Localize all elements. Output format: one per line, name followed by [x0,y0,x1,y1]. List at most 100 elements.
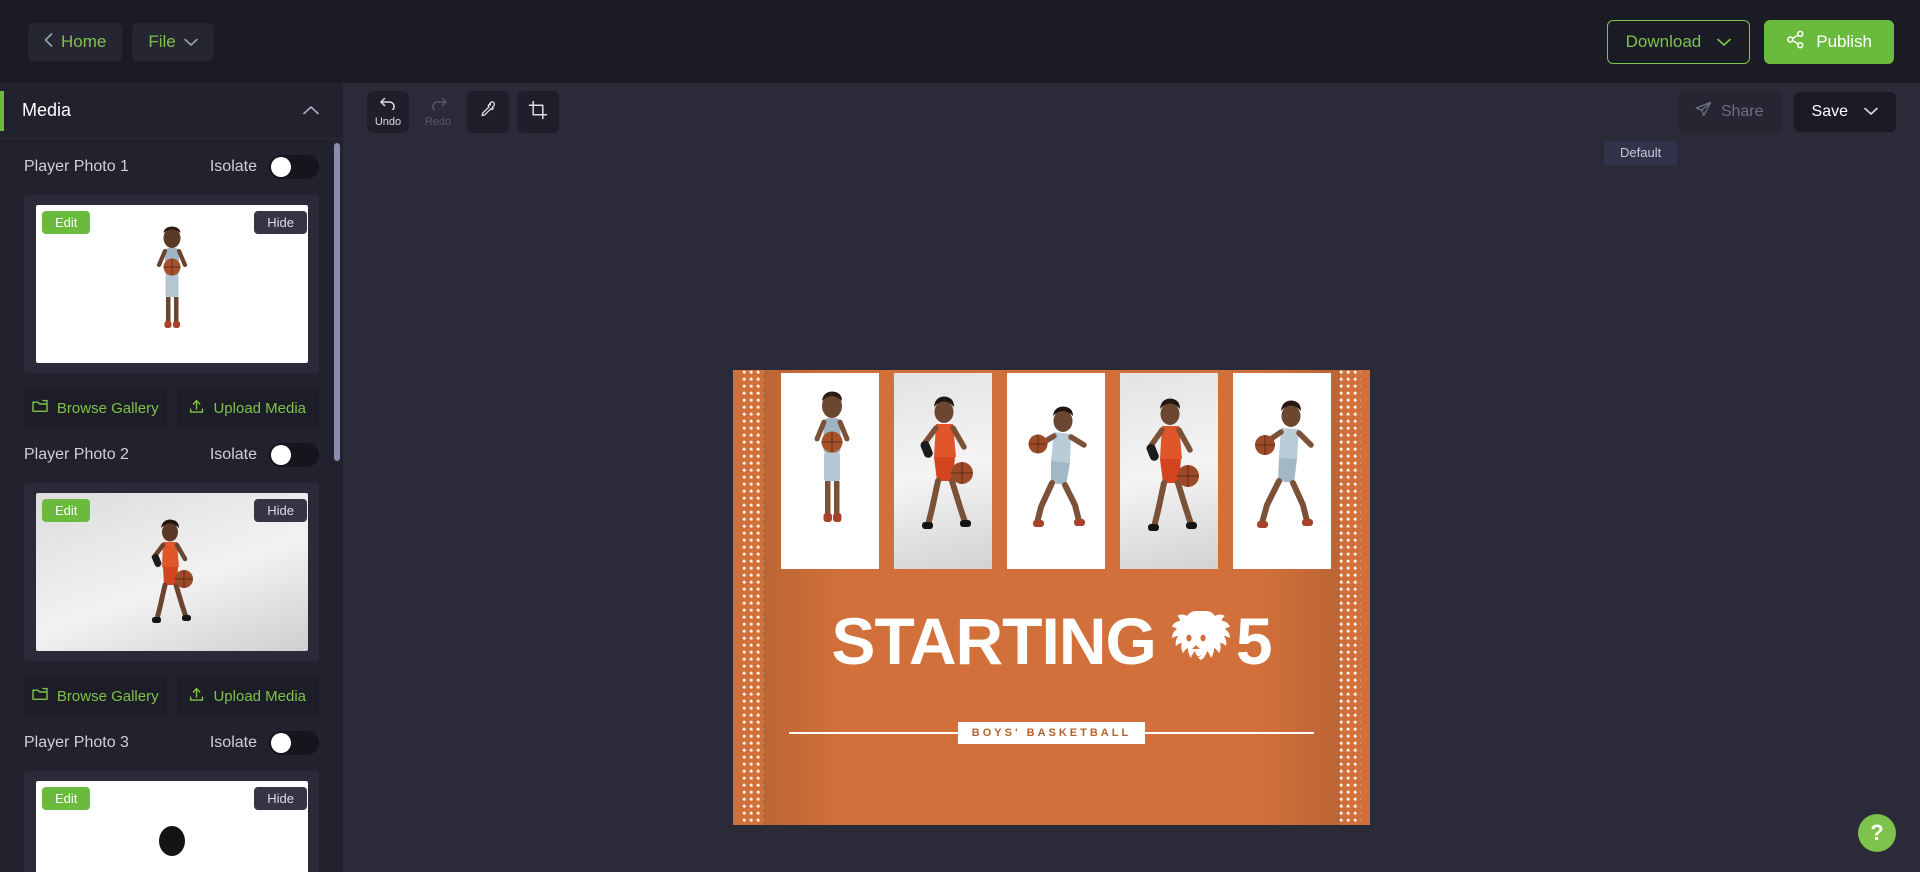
player-photo [894,373,992,569]
poster-design[interactable]: 3 | PLAYER NAME [733,370,1370,825]
player-photo [1120,373,1218,569]
publish-button[interactable]: Publish [1764,19,1894,64]
panel-accent-bar [0,91,4,131]
chevron-down-icon [1717,32,1732,52]
redo-arrow-icon [430,97,447,115]
top-bar: Home File Download Publish [0,0,1920,83]
group-label: Player Photo 3 [24,734,129,751]
poster-title: STARTING [831,604,1156,678]
upload-media-label: Upload Media [213,687,307,705]
download-button[interactable]: Download [1606,19,1751,64]
poster-subtitle: BOYS' BASKETBALL [957,722,1146,744]
chevron-down-icon [183,32,198,52]
group-header: Player Photo 2 Isolate [24,427,319,483]
isolate-toggle[interactable] [269,155,319,179]
media-sidebar: Media Player Photo 1 Isolate Edit Hide B… [0,83,343,872]
media-group-player-photo-3: Player Photo 3 Isolate Edit Hide [0,715,343,872]
player-card-row: 3 | PLAYER NAME [781,373,1333,573]
player-photo [1007,373,1105,569]
share-button[interactable]: Share [1676,92,1782,132]
poster-subtitle-row: BOYS' BASKETBALL [789,722,1314,744]
group-header: Player Photo 3 Isolate [24,715,319,771]
redo-button[interactable]: Redo [417,91,459,133]
media-scroll-region: Player Photo 1 Isolate Edit Hide Browse … [0,139,343,872]
media-action-row: Browse Gallery Upload Media [24,677,319,715]
player-card[interactable]: 3 | PLAYER NAME [894,373,992,569]
editor-area: Undo Redo Share Save Default STARTING 5 … [343,83,1920,872]
toggle-knob [271,445,291,465]
sidebar-scrollbar-thumb[interactable] [334,143,340,461]
share-nodes-icon [1786,30,1805,54]
player-card[interactable]: 3 | PLAYER NAME [1120,373,1218,569]
poster-number: 5 [1235,604,1273,678]
chevron-down-icon [1864,103,1878,121]
player-photo [1233,373,1331,569]
browse-gallery-button[interactable]: Browse Gallery [24,389,167,427]
lion-head-icon [1160,605,1232,677]
upload-media-button[interactable]: Upload Media [176,389,319,427]
media-group-player-photo-2: Player Photo 2 Isolate Edit Hide Browse … [0,427,343,715]
top-bar-left-group: Home File [28,22,214,61]
browse-gallery-label: Browse Gallery [56,399,159,417]
edit-media-button[interactable]: Edit [42,787,91,810]
page-title: Media [22,100,72,120]
hide-media-button[interactable]: Hide [254,211,307,234]
isolate-control: Isolate [210,731,319,755]
player-card[interactable]: 3 | PLAYER NAME [1233,373,1331,569]
media-action-row: Browse Gallery Upload Media [24,389,319,427]
tab-default[interactable]: Default [1604,141,1678,165]
save-label: Save [1811,103,1848,120]
isolate-label: Isolate [209,446,257,463]
edit-media-button[interactable]: Edit [42,499,91,522]
canvas-tab-strip: Default [343,141,1920,169]
top-bar-right-group: Download Publish [1606,19,1894,64]
divider-left [789,732,958,734]
hide-media-button[interactable]: Hide [254,787,307,810]
isolate-toggle[interactable] [269,443,319,467]
group-header: Player Photo 1 Isolate [24,139,319,195]
media-thumbnail-card[interactable]: Edit Hide [24,195,319,373]
upload-icon [189,687,204,706]
isolate-toggle[interactable] [269,731,319,755]
home-label: Home [61,31,107,51]
crop-button[interactable] [517,91,559,133]
group-label: Player Photo 2 [24,446,129,463]
upload-media-button[interactable]: Upload Media [176,677,319,715]
eyedropper-button[interactable] [467,91,509,133]
player-card[interactable]: 3 | PLAYER NAME [781,373,879,569]
eyedropper-icon [478,100,498,125]
isolate-label: Isolate [209,158,257,175]
undo-arrow-icon [379,97,397,115]
browse-gallery-button[interactable]: Browse Gallery [24,677,167,715]
dot-pattern-left [742,370,764,825]
save-button[interactable]: Save [1793,92,1896,132]
redo-label: Redo [424,115,452,128]
download-label: Download [1625,31,1702,51]
chevron-left-icon [44,32,53,52]
sidebar-scrollbar-track[interactable] [334,139,340,872]
undo-button[interactable]: Undo [367,91,409,133]
media-panel-header[interactable]: Media [0,83,343,139]
hide-media-button[interactable]: Hide [254,499,307,522]
design-canvas-area[interactable]: 3 | PLAYER NAME [343,169,1920,872]
editor-toolbar: Undo Redo Share Save [343,83,1920,141]
home-button[interactable]: Home [28,22,123,61]
undo-label: Undo [374,115,402,128]
player-card[interactable]: 3 | PLAYER NAME [1007,373,1105,569]
isolate-label: Isolate [209,734,257,751]
isolate-control: Isolate [210,443,319,467]
media-thumbnail-card[interactable]: Edit Hide [24,771,319,872]
toggle-knob [271,157,291,177]
chevron-up-icon[interactable] [303,102,319,120]
player-photo [781,373,879,569]
share-label: Share [1720,103,1764,120]
media-thumbnail-card[interactable]: Edit Hide [24,483,319,661]
folder-icon [32,687,48,705]
divider-right [1145,732,1314,734]
group-label: Player Photo 1 [24,158,129,175]
edit-media-button[interactable]: Edit [42,211,91,234]
help-button[interactable]: ? [1858,814,1896,852]
folder-icon [32,399,48,417]
upload-icon [189,399,204,418]
file-menu-button[interactable]: File [132,22,214,61]
